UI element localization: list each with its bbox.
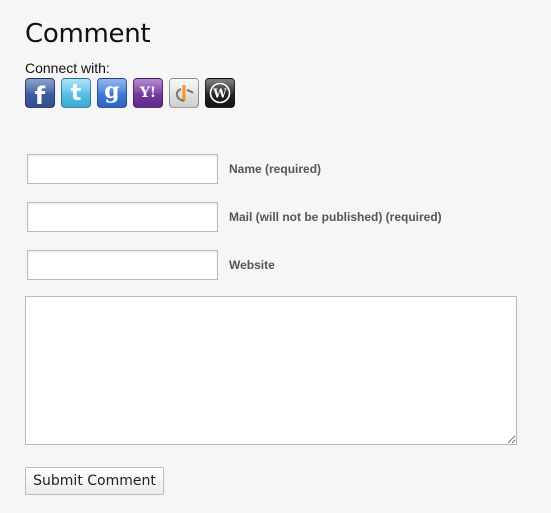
facebook-login-button[interactable]: f bbox=[25, 78, 55, 108]
website-label: Website bbox=[229, 258, 275, 272]
openid-login-button[interactable] bbox=[169, 78, 199, 108]
name-row: Name (required) bbox=[27, 154, 321, 184]
facebook-icon: f bbox=[34, 82, 46, 108]
comment-textarea[interactable] bbox=[25, 296, 517, 445]
yahoo-login-button[interactable]: Y! bbox=[133, 78, 163, 108]
mail-input[interactable] bbox=[27, 202, 218, 232]
website-row: Website bbox=[27, 250, 275, 280]
wordpress-glyph: W bbox=[212, 87, 227, 101]
submit-comment-button[interactable]: Submit Comment bbox=[25, 467, 164, 495]
social-login-list: f t g Y! W bbox=[25, 78, 525, 108]
google-login-button[interactable]: g bbox=[97, 78, 127, 108]
twitter-icon: t bbox=[70, 80, 82, 106]
wordpress-icon: W bbox=[209, 82, 231, 104]
page-title: Comment bbox=[25, 19, 151, 49]
openid-icon bbox=[175, 85, 194, 102]
twitter-login-button[interactable]: t bbox=[61, 78, 91, 108]
connect-with-label: Connect with: bbox=[25, 60, 110, 76]
mail-row: Mail (will not be published) (required) bbox=[27, 202, 442, 232]
yahoo-icon: Y! bbox=[139, 85, 157, 101]
name-input[interactable] bbox=[27, 154, 218, 184]
comment-section: Comment Connect with: f t g Y! W bbox=[25, 18, 525, 108]
name-label: Name (required) bbox=[229, 162, 322, 176]
google-icon: g bbox=[104, 78, 120, 104]
website-input[interactable] bbox=[27, 250, 218, 280]
wordpress-login-button[interactable]: W bbox=[205, 78, 235, 108]
mail-label: Mail (will not be published) (required) bbox=[229, 210, 442, 224]
